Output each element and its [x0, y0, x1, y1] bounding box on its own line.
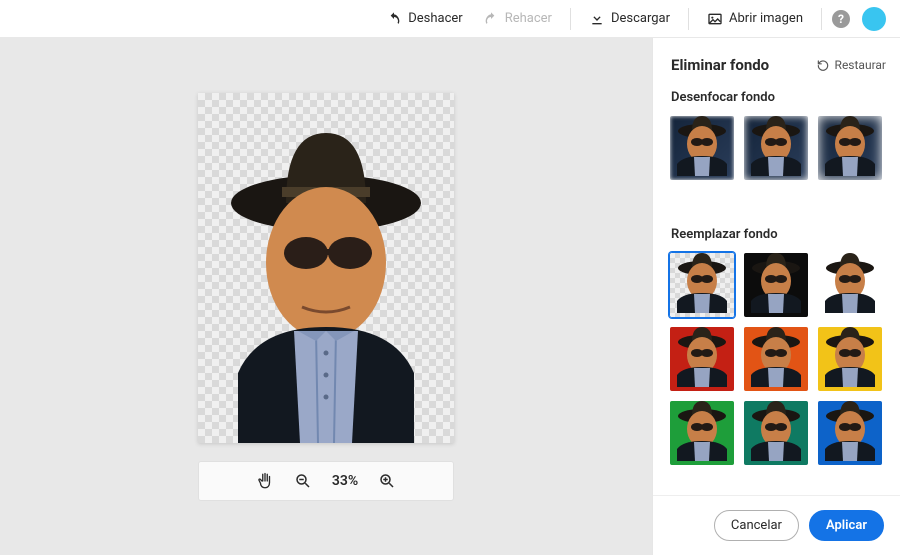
undo-button[interactable]: Deshacer [378, 7, 470, 31]
undo-icon [386, 11, 402, 27]
panel-header: Eliminar fondo Restaurar [653, 38, 900, 82]
replace-option[interactable] [669, 400, 735, 466]
blur-option[interactable] [669, 115, 735, 181]
download-button[interactable]: Descargar [581, 7, 678, 31]
subject-thumb [817, 115, 883, 180]
replace-option[interactable] [743, 400, 809, 466]
zoom-value: 33% [332, 473, 358, 489]
hand-icon [256, 472, 274, 490]
zoom-in-button[interactable] [378, 472, 396, 490]
blur-options [653, 115, 900, 191]
pan-hand-button[interactable] [256, 472, 274, 490]
replace-option[interactable] [743, 326, 809, 392]
cancel-button[interactable]: Cancelar [714, 510, 799, 541]
replace-option[interactable] [669, 326, 735, 392]
blur-option[interactable] [743, 115, 809, 181]
subject-thumb [669, 400, 735, 465]
apply-button[interactable]: Aplicar [809, 510, 884, 541]
restore-button[interactable]: Restaurar [816, 58, 886, 72]
replace-option[interactable] [817, 326, 883, 392]
restore-icon [816, 58, 830, 72]
replace-option[interactable] [669, 252, 735, 318]
replace-section-label: Reemplazar fondo [653, 219, 900, 252]
subject-thumb [743, 400, 809, 465]
subject-thumb [817, 400, 883, 465]
divider [688, 8, 689, 30]
subject-thumb [669, 115, 735, 180]
replace-option[interactable] [817, 400, 883, 466]
zoom-out-icon [294, 472, 312, 490]
top-toolbar: Deshacer Rehacer Descargar Abrir imagen … [0, 0, 900, 38]
subject-image [198, 93, 454, 443]
subject-thumb [743, 115, 809, 180]
subject-thumb [817, 326, 883, 391]
help-icon[interactable]: ? [832, 10, 850, 28]
divider [821, 8, 822, 30]
subject-thumb [669, 252, 735, 317]
image-icon [707, 11, 723, 27]
panel-title: Eliminar fondo [671, 56, 769, 74]
canvas-wrap: 33% [198, 93, 454, 501]
panel-body: Eliminar fondo Restaurar Desenfocar fond… [653, 38, 900, 495]
main-area: 33% Eliminar fondo Restaurar Desenfocar … [0, 38, 900, 555]
zoom-bar: 33% [198, 461, 454, 501]
subject-thumb [743, 252, 809, 317]
subject-thumb [669, 326, 735, 391]
redo-button: Rehacer [475, 7, 560, 31]
download-label: Descargar [611, 11, 670, 26]
replace-option[interactable] [817, 252, 883, 318]
redo-label: Rehacer [505, 11, 552, 26]
divider [570, 8, 571, 30]
open-image-button[interactable]: Abrir imagen [699, 7, 811, 31]
canvas[interactable] [198, 93, 454, 443]
replace-option[interactable] [743, 252, 809, 318]
download-icon [589, 11, 605, 27]
zoom-in-icon [378, 472, 396, 490]
canvas-area: 33% [0, 38, 652, 555]
replace-options [653, 252, 900, 476]
restore-label: Restaurar [835, 58, 886, 72]
subject-thumb [743, 326, 809, 391]
blur-option[interactable] [817, 115, 883, 181]
panel-footer: Cancelar Aplicar [653, 495, 900, 555]
redo-icon [483, 11, 499, 27]
undo-label: Deshacer [408, 11, 462, 26]
subject-thumb [817, 252, 883, 317]
blur-section-label: Desenfocar fondo [653, 82, 900, 115]
zoom-out-button[interactable] [294, 472, 312, 490]
open-image-label: Abrir imagen [729, 11, 803, 26]
side-panel: Eliminar fondo Restaurar Desenfocar fond… [652, 38, 900, 555]
avatar[interactable] [862, 7, 886, 31]
